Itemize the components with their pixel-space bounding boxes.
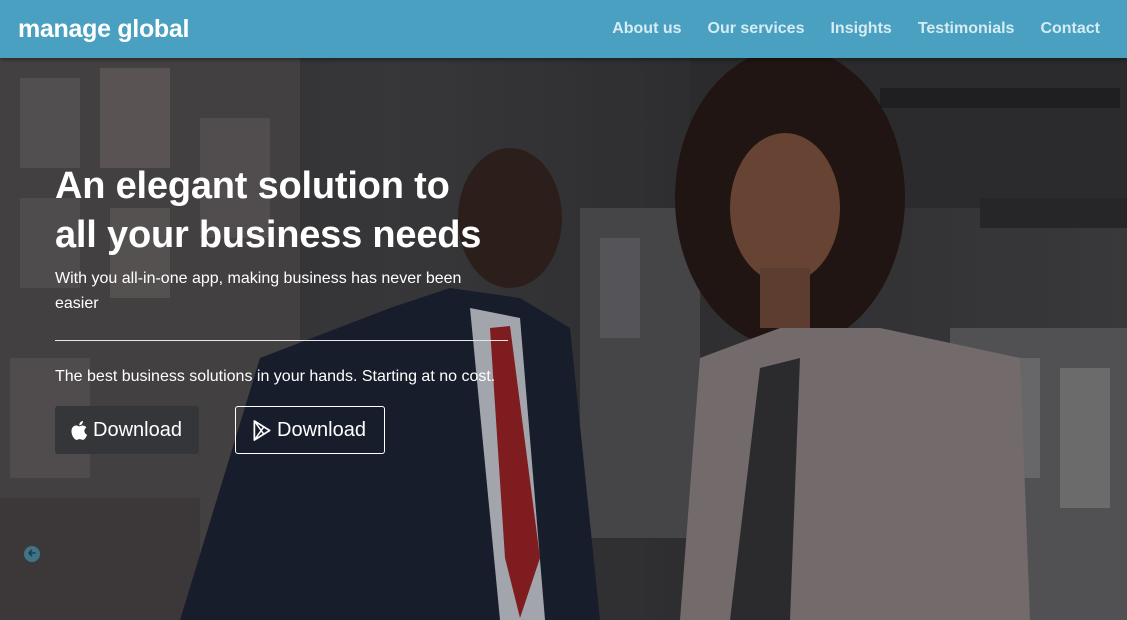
hero-tagline: The best business solutions in your hand… <box>55 368 496 385</box>
carousel-prev-button[interactable] <box>24 546 40 562</box>
nav-links: About us Our services Insights Testimoni… <box>612 20 1100 38</box>
google-play-icon <box>252 419 272 441</box>
hero-title-line-1: An elegant solution to <box>55 165 450 207</box>
google-play-download-label: Download <box>277 418 366 441</box>
hero-subtitle: With you all-in-one app, making business… <box>55 270 462 312</box>
hero-divider <box>55 340 508 341</box>
nav-link-about-us[interactable]: About us <box>612 20 681 38</box>
hero-section: An elegant solution to all your business… <box>0 58 1127 620</box>
arrow-left-icon <box>27 545 37 563</box>
navbar: manage global About us Our services Insi… <box>0 0 1127 58</box>
brand-logo[interactable]: manage global <box>18 15 189 44</box>
apple-download-label: Download <box>93 418 182 441</box>
apple-icon <box>71 420 88 440</box>
nav-link-our-services[interactable]: Our services <box>708 20 805 38</box>
hero-title-line-2: all your business needs <box>55 214 482 256</box>
hero-content: An elegant solution to all your business… <box>55 162 515 454</box>
hero-title: An elegant solution to all your business… <box>55 162 515 260</box>
download-buttons: Download Download <box>55 406 515 454</box>
nav-link-insights[interactable]: Insights <box>830 20 891 38</box>
google-play-download-button[interactable]: Download <box>235 406 385 454</box>
nav-link-testimonials[interactable]: Testimonials <box>918 20 1015 38</box>
nav-link-contact[interactable]: Contact <box>1040 20 1100 38</box>
apple-download-button[interactable]: Download <box>55 406 199 454</box>
